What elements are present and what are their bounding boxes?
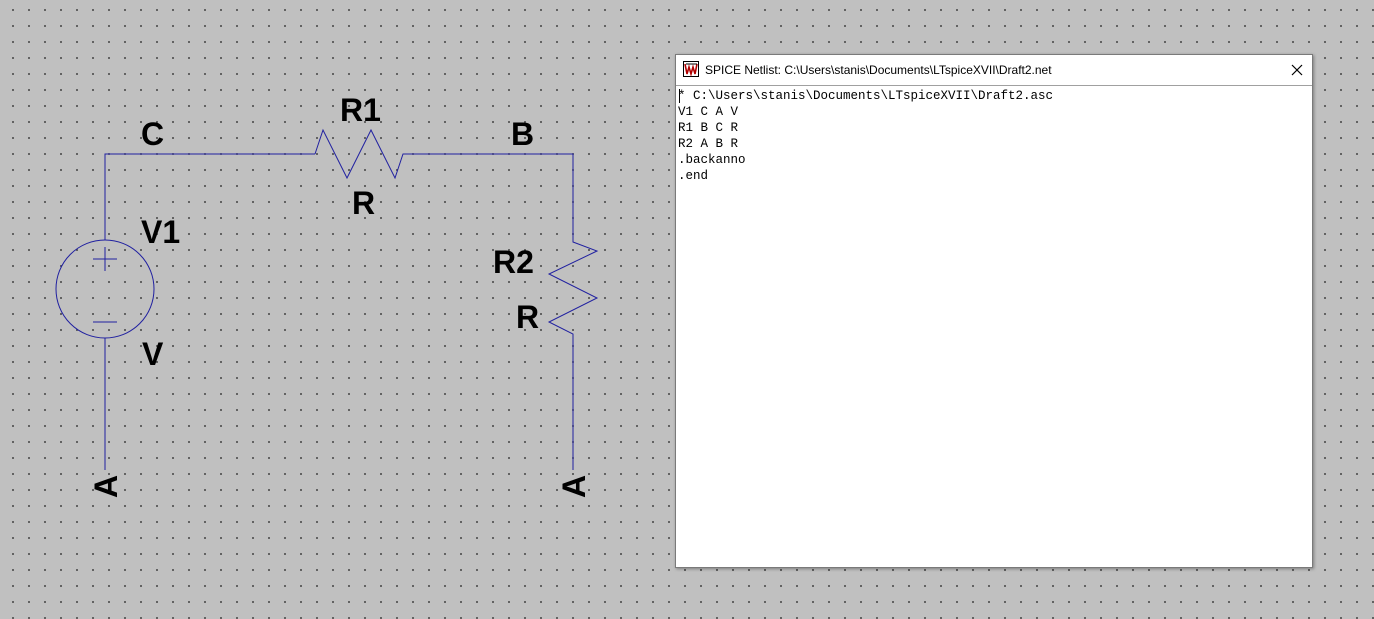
- net-label-c: C: [141, 116, 164, 152]
- wire-net-c[interactable]: [104, 153, 315, 240]
- netlist-line-r2: R2 A B R: [678, 137, 739, 151]
- schematic-canvas[interactable]: C B R1 R V1 V R2 R A A: [0, 0, 670, 619]
- window-title: SPICE Netlist: C:\Users\stanis\Documents…: [705, 63, 1052, 77]
- resistor-r1-symbol[interactable]: [314, 128, 411, 180]
- ltspice-app-icon: [683, 61, 699, 77]
- voltage-source-v1-symbol[interactable]: [55, 239, 155, 339]
- net-label-a-right: A: [556, 475, 592, 498]
- netlist-line-v1: V1 C A V: [678, 105, 739, 119]
- wire-net-b[interactable]: [411, 153, 574, 236]
- text-caret: [679, 89, 680, 103]
- r2-value-label: R: [516, 299, 539, 335]
- v1-value-label: V: [142, 336, 164, 372]
- r1-value-label: R: [352, 185, 375, 221]
- spice-netlist-window[interactable]: SPICE Netlist: C:\Users\stanis\Documents…: [675, 54, 1313, 568]
- r1-name-label: R1: [340, 92, 381, 128]
- resistor-r2-symbol[interactable]: [547, 236, 599, 338]
- netlist-line-backanno: .backanno: [678, 153, 746, 167]
- netlist-line-r1: R1 B C R: [678, 121, 739, 135]
- net-label-b: B: [511, 116, 534, 152]
- v1-name-label: V1: [141, 214, 180, 250]
- close-icon: [1291, 64, 1303, 76]
- net-label-a-left: A: [88, 475, 124, 498]
- close-button[interactable]: [1282, 55, 1312, 85]
- netlist-text-area[interactable]: * C:\Users\stanis\Documents\LTspiceXVII\…: [678, 88, 1310, 565]
- r2-name-label: R2: [493, 244, 534, 280]
- window-titlebar[interactable]: SPICE Netlist: C:\Users\stanis\Documents…: [676, 55, 1312, 86]
- netlist-line-comment: * C:\Users\stanis\Documents\LTspiceXVII\…: [678, 89, 1054, 103]
- netlist-line-end: .end: [678, 169, 709, 183]
